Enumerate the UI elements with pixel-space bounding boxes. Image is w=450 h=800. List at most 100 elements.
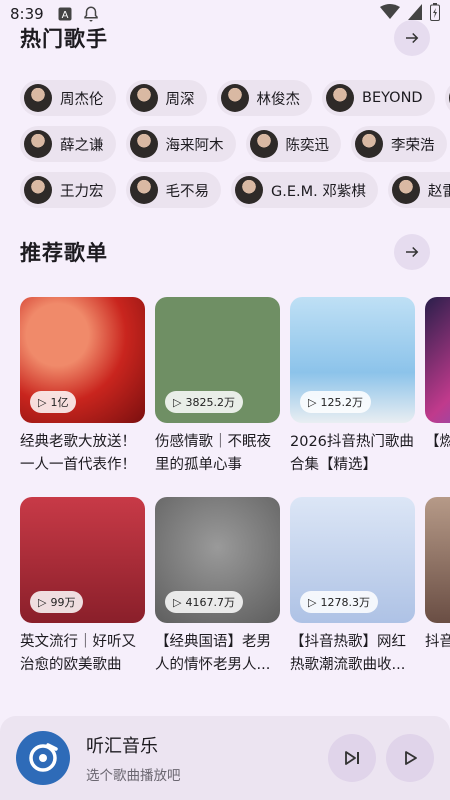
play-count-badge: ▷ 99万 [30, 591, 84, 613]
playlist-card[interactable]: ▷ 3825.2万 伤感情歌｜不眠夜里的孤单心事 [155, 297, 280, 477]
singer-chip[interactable]: 林俊杰 [216, 80, 312, 116]
play-count-badge: ▷ 1亿 [30, 391, 77, 413]
singer-chip[interactable]: 毛不易 [125, 172, 221, 208]
playlist-title: 经典老歌大放送！一人一首代表作！ [20, 434, 136, 473]
singer-chip[interactable]: G.E.M. 邓紫棋 [231, 172, 378, 208]
singer-chip[interactable] [444, 80, 450, 116]
playlist-card[interactable]: ▷ 1278.3万 【抖音热歌】网红热歌潮流歌曲收... [290, 497, 415, 677]
singer-name: 周杰伦 [60, 91, 104, 108]
play-count-badge: ▷ 125.2万 [300, 391, 371, 413]
singer-avatar [391, 176, 420, 204]
singer-name: 陈奕迅 [285, 137, 330, 154]
singer-avatar [24, 84, 52, 112]
playlist-grid: ▷ 1亿 经典老歌大放送！一人一首代表作！ ▷ 3825.2万 伤感情歌｜不眠夜里的… [20, 297, 450, 677]
play-icon [405, 751, 417, 765]
singer-avatar [24, 176, 52, 204]
playlist-card[interactable]: 抖音曲陷 [425, 497, 450, 677]
play-icon: ▷ [308, 595, 317, 609]
play-icon: ▷ [38, 595, 47, 609]
app-logo-icon [16, 731, 70, 785]
singer-avatar [129, 84, 158, 112]
singer-chip[interactable]: 周杰伦 [20, 80, 116, 116]
singer-name: G.E.M. 邓紫棋 [271, 183, 366, 200]
singer-name: BEYOND [362, 90, 423, 106]
playlist-cover: ▷ 125.2万 [290, 297, 415, 423]
singer-avatar [355, 130, 383, 158]
playlist-row: ▷ 1亿 经典老歌大放送！一人一首代表作！ ▷ 3825.2万 伤感情歌｜不眠夜里的… [20, 297, 450, 477]
singer-chip[interactable]: BEYOND [322, 80, 435, 116]
playlist-cover: ▷ 4167.7万 [155, 497, 280, 623]
playlist-title: 【经典国语】老男人的情怀老男人... [155, 634, 271, 673]
play-button[interactable] [386, 734, 434, 782]
singer-avatar [220, 84, 249, 112]
play-count-badge: ▷ 1278.3万 [300, 591, 378, 613]
playlist-card[interactable]: ▷ 1亿 经典老歌大放送！一人一首代表作！ [20, 297, 145, 477]
playlist-cover: ▷ 99万 [20, 497, 145, 623]
singer-avatar [129, 176, 158, 204]
playlist-title: 伤感情歌｜不眠夜里的孤单心事 [155, 434, 271, 473]
singers-more-button[interactable] [394, 20, 430, 56]
playlist-title: 2026抖音热门歌曲合集【精选】 [290, 434, 414, 473]
singer-row: 周杰伦 周深 林俊杰 BEYOND [20, 80, 450, 116]
singer-name: 海来阿木 [165, 137, 224, 154]
playlist-title: 【燃房伪 [425, 434, 450, 450]
play-count: 1278.3万 [320, 596, 370, 609]
play-count-badge: ▷ 4167.7万 [165, 591, 243, 613]
singer-chip[interactable]: 海来阿木 [125, 126, 236, 162]
text-input-icon: A [58, 7, 72, 21]
singer-row: 王力宏 毛不易 G.E.M. 邓紫棋 赵雷 [20, 172, 450, 208]
battery-icon [430, 3, 440, 25]
player-controls [328, 734, 434, 782]
playlist-card[interactable]: 【燃房伪 [425, 297, 450, 477]
singer-name: 李荣浩 [391, 137, 435, 154]
arrow-right-icon [406, 246, 419, 258]
playlist-cover [425, 497, 450, 623]
singer-chip[interactable]: 薛之谦 [20, 126, 116, 162]
play-count: 125.2万 [320, 396, 363, 409]
singer-name: 周深 [165, 91, 195, 108]
arrow-right-icon [406, 32, 419, 44]
play-icon: ▷ [173, 595, 182, 609]
singer-avatar [235, 176, 263, 204]
singer-chip[interactable]: 李荣浩 [351, 126, 447, 162]
playlist-card[interactable]: ▷ 125.2万 2026抖音热门歌曲合集【精选】 [290, 297, 415, 477]
play-count: 4167.7万 [185, 596, 235, 609]
play-icon: ▷ [38, 395, 47, 409]
singers-section-header: 热门歌手 [20, 20, 430, 56]
playlists-section-header: 推荐歌单 [20, 234, 430, 270]
playlists-more-button[interactable] [394, 234, 430, 270]
playlist-cover: ▷ 3825.2万 [155, 297, 280, 423]
singer-avatar [24, 130, 52, 158]
playlist-card[interactable]: ▷ 4167.7万 【经典国语】老男人的情怀老男人... [155, 497, 280, 677]
singer-name: 王力宏 [60, 183, 104, 200]
singer-avatar [249, 130, 278, 158]
play-count: 1亿 [50, 396, 69, 409]
singer-chip[interactable]: 王力宏 [20, 172, 116, 208]
playlists-section-title: 推荐歌单 [20, 241, 108, 265]
playlist-cover [425, 297, 450, 423]
playlist-title: 【抖音热歌】网红热歌潮流歌曲收... [290, 634, 406, 673]
play-icon: ▷ [173, 395, 182, 409]
skip-next-icon [345, 751, 359, 765]
singer-name: 赵雷 [427, 183, 450, 200]
play-icon: ▷ [308, 395, 317, 409]
next-track-button[interactable] [328, 734, 376, 782]
singer-avatar [326, 84, 354, 112]
singer-chip[interactable]: 陈奕迅 [245, 126, 341, 162]
singer-avatar [129, 130, 158, 158]
play-count-badge: ▷ 3825.2万 [165, 391, 243, 413]
singer-name: 毛不易 [165, 183, 210, 200]
player-subtitle: 选个歌曲播放吧 [86, 768, 181, 784]
singer-row: 薛之谦 海来阿木 陈奕迅 李荣浩 [20, 126, 450, 162]
playlist-cover: ▷ 1278.3万 [290, 497, 415, 623]
singer-name: 薛之谦 [60, 137, 104, 154]
playlist-title: 英文流行｜好听又治愈的欧美歌曲 [20, 634, 136, 673]
singer-chip[interactable]: 周深 [125, 80, 207, 116]
playlist-card[interactable]: ▷ 99万 英文流行｜好听又治愈的欧美歌曲 [20, 497, 145, 677]
mini-player[interactable]: 听汇音乐 选个歌曲播放吧 [0, 716, 450, 800]
singers-section-title: 热门歌手 [20, 27, 108, 51]
play-count: 99万 [50, 596, 76, 609]
singer-chip[interactable]: 赵雷 [387, 172, 450, 208]
player-info: 听汇音乐 选个歌曲播放吧 [86, 732, 181, 784]
singer-list: 周杰伦 周深 林俊杰 BEYOND 薛之谦 海来阿木 陈奕迅 李荣浩 王力宏 毛… [20, 80, 450, 218]
